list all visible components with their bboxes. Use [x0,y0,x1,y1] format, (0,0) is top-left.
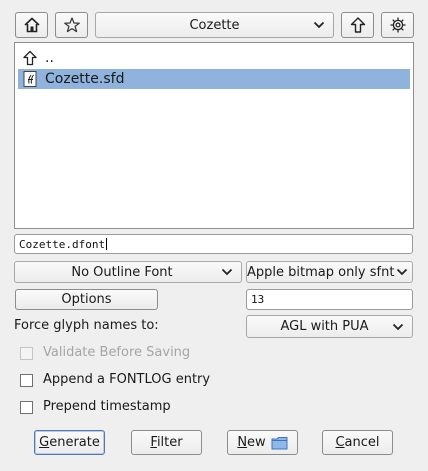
gear-icon [390,17,405,33]
text-caret [106,238,108,250]
bitmap-format-dropdown[interactable]: Apple bitmap only sfnt [246,261,413,283]
cancel-button[interactable]: Cancel [322,430,393,455]
bookmark-button[interactable] [55,12,88,38]
font-file-icon [18,71,42,87]
parent-directory-button[interactable] [341,12,374,38]
generate-button[interactable]: Generate [34,430,105,455]
bitmap-sizes-input[interactable]: 13 [246,289,413,310]
up-arrow-icon [18,50,42,66]
star-icon [63,17,80,33]
glyph-names-value: AGL with PUA [280,319,369,334]
home-icon [23,17,40,33]
chevron-down-icon [221,268,233,276]
filter-button-label: Filter [150,435,183,450]
list-item-selected[interactable]: Cozette.sfd [18,69,410,89]
fontlog-checkbox-label: Append a FONTLOG entry [43,372,211,387]
filter-button[interactable]: Filter [131,430,202,455]
validate-checkbox[interactable] [20,347,33,360]
home-button[interactable] [15,12,48,38]
list-item-label: Cozette.sfd [45,71,125,87]
cancel-button-label: Cancel [335,435,380,450]
up-arrow-icon [350,17,365,33]
glyph-names-dropdown[interactable]: AGL with PUA [246,315,413,338]
glyph-names-label: Force glyph names to: [14,318,159,333]
validate-checkbox-label: Validate Before Saving [43,345,191,360]
directory-dropdown[interactable]: Cozette [95,12,334,38]
chevron-down-icon [392,323,404,330]
outline-format-value: No Outline Font [71,264,173,280]
fontlog-checkbox[interactable] [20,374,33,387]
chevron-down-icon [396,268,408,276]
bitmap-sizes-value: 13 [251,293,265,306]
outline-format-dropdown[interactable]: No Outline Font [14,261,242,283]
file-list[interactable]: .. Cozette.sfd [14,42,414,229]
filename-input-value: Cozette.dfont [19,237,106,251]
filename-input[interactable]: Cozette.dfont [14,234,413,254]
list-item-parent[interactable]: .. [18,48,410,68]
chevron-down-icon [313,21,325,29]
folder-icon [271,436,288,449]
list-item-label: .. [45,50,54,66]
timestamp-checkbox[interactable] [20,401,33,414]
options-button[interactable]: Options [15,289,158,310]
generate-button-label: Generate [39,435,100,450]
timestamp-checkbox-label: Prepend timestamp [43,399,171,414]
directory-dropdown-value: Cozette [189,17,240,33]
settings-button[interactable] [381,12,414,38]
new-folder-button-label: New [237,435,266,450]
bitmap-format-value: Apple bitmap only sfnt [247,264,395,280]
options-button-label: Options [61,292,112,307]
new-folder-button[interactable]: New [227,430,298,455]
